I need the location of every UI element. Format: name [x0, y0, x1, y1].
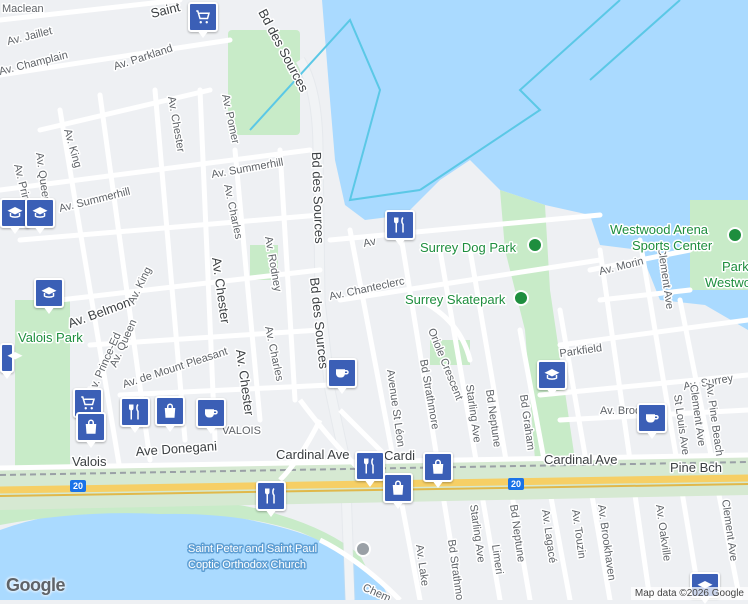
shopping-bag-icon[interactable]: [423, 452, 453, 488]
poi-label-westwood-park[interactable]: Park: [721, 258, 748, 276]
cafe-icon[interactable]: [196, 398, 226, 434]
street-label: Maclean: [2, 3, 44, 15]
school-icon[interactable]: [25, 198, 55, 234]
restaurant-icon[interactable]: [355, 451, 385, 487]
station-label: Pine Bch: [670, 460, 722, 475]
park-poi-icon[interactable]: [527, 237, 543, 253]
google-logo: Google: [6, 575, 66, 595]
restaurant-icon[interactable]: [256, 481, 286, 517]
school-icon[interactable]: [0, 343, 23, 379]
street-label: Cardinal Ave: [544, 452, 617, 467]
poi-label-valois-park[interactable]: Valois Park: [17, 329, 85, 347]
poi-label-church[interactable]: Coptic Orthodox Church: [187, 558, 308, 573]
cafe-icon[interactable]: [327, 358, 357, 394]
restaurant-icon[interactable]: [120, 397, 150, 433]
station-label: Valois: [72, 454, 107, 469]
shopping-cart-icon[interactable]: [188, 2, 218, 38]
park-poi-icon[interactable]: [727, 227, 743, 243]
shopping-bag-icon[interactable]: [383, 473, 413, 509]
district-label: VALOIS: [222, 425, 261, 437]
highway-shield-label: 20: [73, 481, 83, 491]
poi-label-skatepark[interactable]: Surrey Skatepark: [404, 291, 508, 309]
street-label: Cardi: [384, 448, 415, 463]
restaurant-icon[interactable]: [385, 210, 415, 246]
map-canvas[interactable]: Maclean Av. Jaillet Av. Champlain Av. Pa…: [0, 0, 748, 600]
poi-label-westwood-park[interactable]: Westwood: [704, 274, 748, 292]
school-icon[interactable]: [34, 278, 64, 314]
cafe-icon[interactable]: [637, 403, 667, 439]
map-attribution[interactable]: Map data ©2026 Google: [630, 587, 748, 600]
park-poi-icon[interactable]: [513, 290, 529, 306]
poi-label-westwood-arena[interactable]: Westwood Arena: [609, 221, 711, 239]
park-valois: [15, 300, 70, 470]
poi-label-dog-park[interactable]: Surrey Dog Park: [419, 239, 519, 257]
shopping-bag-icon[interactable]: [76, 412, 106, 448]
poi-label-church[interactable]: Saint Peter and Saint Paul: [187, 542, 319, 557]
poi-label-sports-center[interactable]: Sports Center: [631, 237, 715, 255]
highway-shield-label: 20: [511, 479, 521, 489]
church-poi-icon[interactable]: [355, 541, 371, 557]
street-label: Cardinal Ave: [276, 447, 349, 462]
shopping-bag-icon[interactable]: [155, 396, 185, 432]
school-icon[interactable]: [537, 360, 567, 396]
